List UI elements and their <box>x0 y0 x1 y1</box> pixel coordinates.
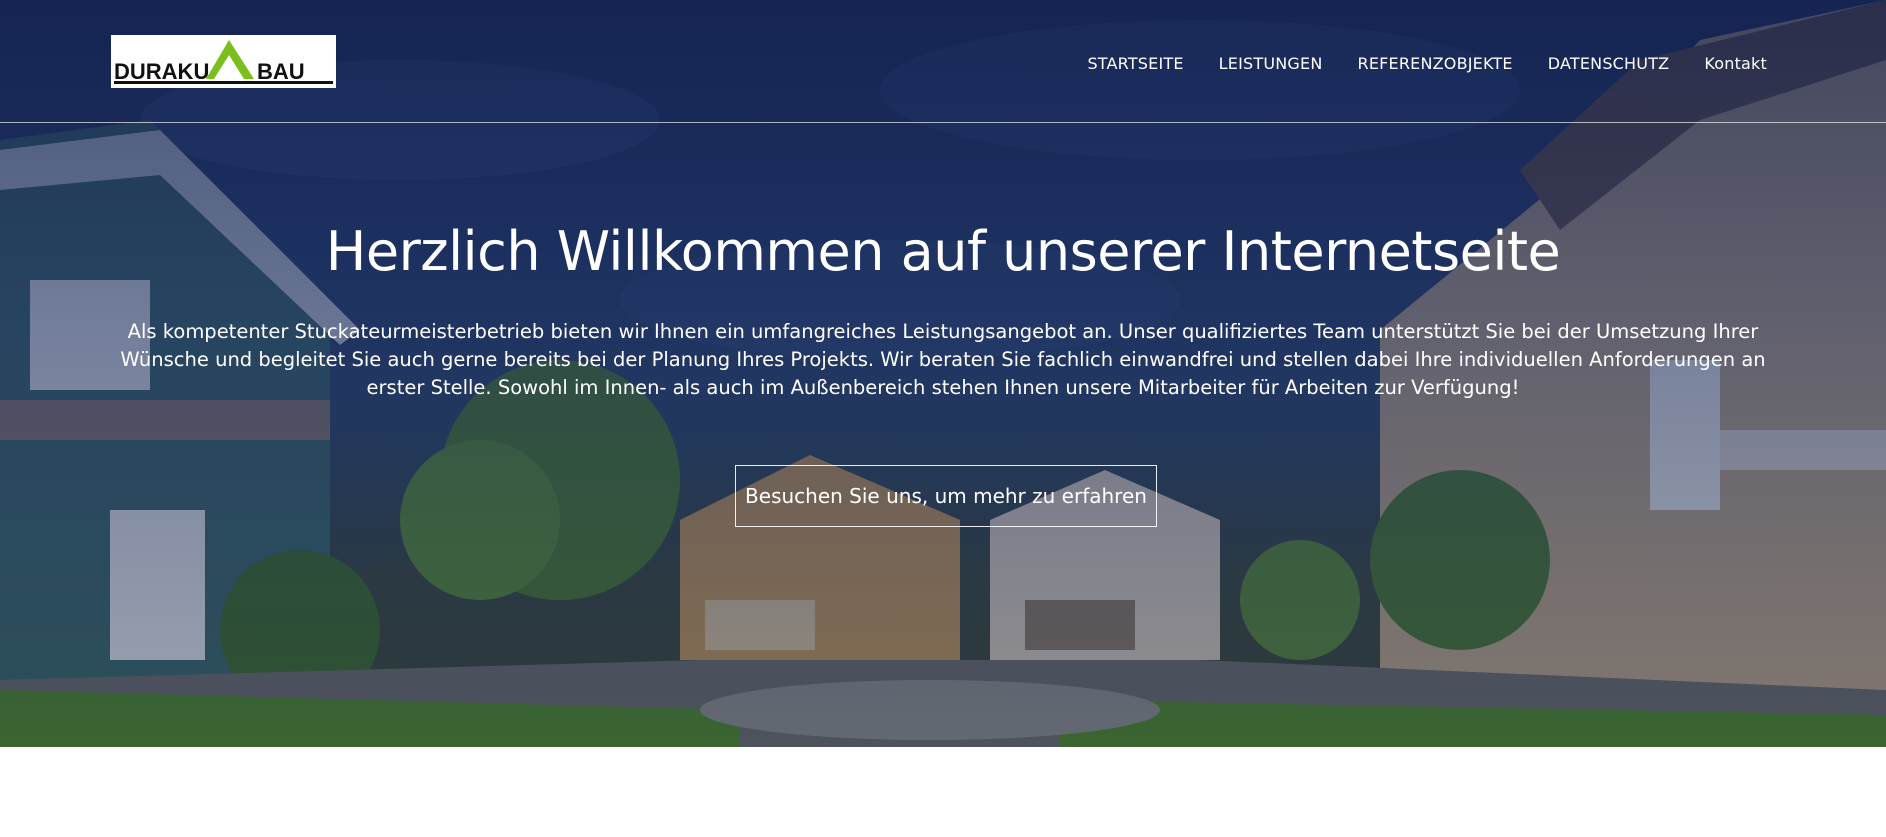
nav-item-datenschutz[interactable]: DATENSCHUTZ <box>1548 54 1670 73</box>
logo-roof-mark <box>206 40 254 79</box>
nav-item-kontakt[interactable]: Kontakt <box>1704 54 1767 73</box>
hero-section: DURAKU BAU STARTSEITE LEISTUNGEN REFEREN… <box>0 0 1886 747</box>
header-divider <box>0 122 1886 123</box>
duraku-bau-logo-icon: DURAKU BAU <box>114 40 333 84</box>
main-navigation: STARTSEITE LEISTUNGEN REFERENZOBJEKTE DA… <box>1087 54 1767 73</box>
logo-text-right: BAU <box>257 59 305 84</box>
learn-more-button[interactable]: Besuchen Sie uns, um mehr zu erfahren <box>735 465 1157 527</box>
nav-item-referenzobjekte[interactable]: REFERENZOBJEKTE <box>1358 54 1513 73</box>
hero-description: Als kompetenter Stuckateurmeisterbetrieb… <box>120 320 1766 399</box>
nav-item-leistungen[interactable]: LEISTUNGEN <box>1219 54 1323 73</box>
hero-title: Herzlich Willkommen auf unserer Internet… <box>325 220 1561 283</box>
nav-item-startseite[interactable]: STARTSEITE <box>1087 54 1183 73</box>
company-logo[interactable]: DURAKU BAU <box>111 35 336 88</box>
logo-text-left: DURAKU <box>114 59 209 84</box>
